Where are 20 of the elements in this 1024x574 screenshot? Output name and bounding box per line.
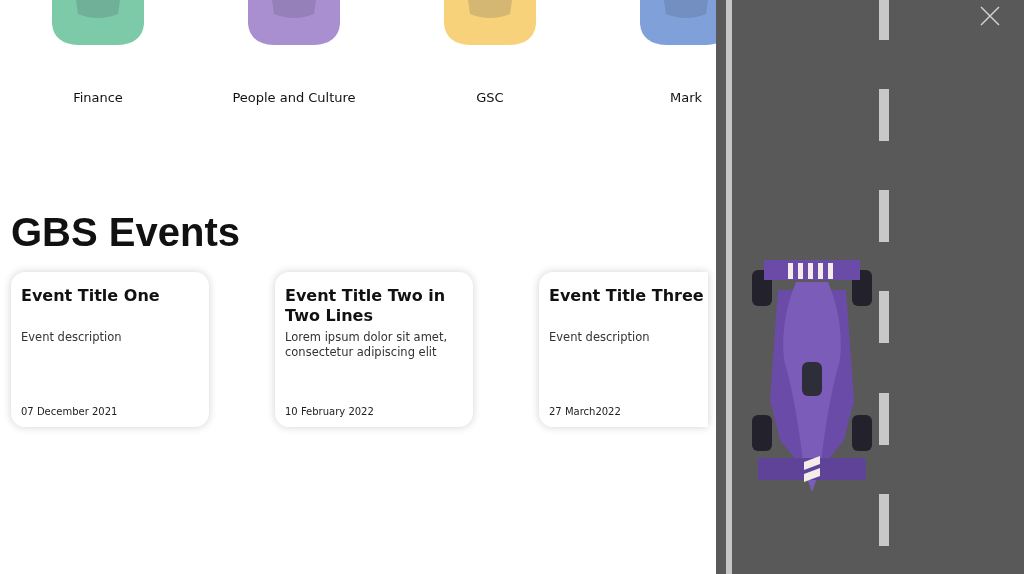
event-title: Event Title One (21, 286, 161, 307)
event-date: 07 December 2021 (21, 406, 119, 417)
department-label[interactable]: GSC (476, 90, 504, 105)
event-card[interactable]: Event Title Three Event description 27 March2022 (539, 272, 708, 427)
event-title: Event Title Two in Two Lines (285, 286, 447, 326)
close-icon[interactable] (980, 6, 1000, 26)
department-label[interactable]: People and Culture (232, 90, 356, 105)
car-detail-drawing (76, 0, 120, 18)
section-heading: GBS Events (11, 209, 241, 256)
event-description: Lorem ipsum dolor sit amet, consectetur adipiscing elit (285, 330, 449, 361)
event-card[interactable]: Event Title One Event description 07 December 2021 (11, 272, 209, 427)
event-date: 27 March2022 (549, 406, 622, 417)
department-label[interactable]: Mark (669, 90, 703, 105)
event-date: 10 February 2022 (285, 406, 375, 417)
event-card[interactable]: Event Title Two in Two Lines Lorem ipsum dolor sit amet, consectetur adipiscing elit 10 February 2022 (275, 272, 473, 427)
event-title: Event Title Three (549, 286, 705, 307)
event-description: Event description (549, 330, 651, 346)
event-description: Event description (21, 330, 123, 346)
department-label[interactable]: Finance (73, 90, 123, 105)
car-detail-drawing (468, 0, 512, 18)
